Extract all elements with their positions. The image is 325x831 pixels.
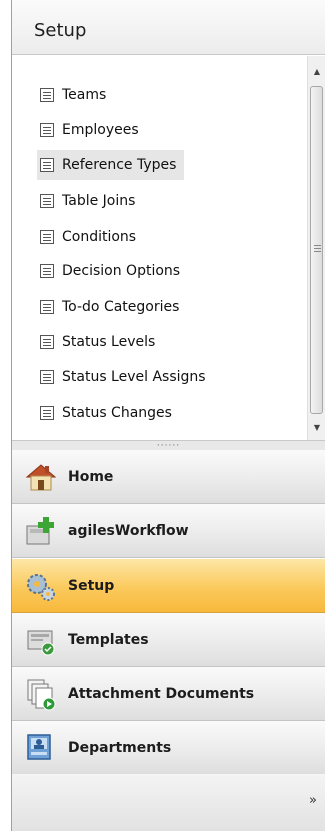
document-icon xyxy=(40,123,54,137)
tree-item-label: Conditions xyxy=(62,229,137,245)
tree-item-teams[interactable]: Teams xyxy=(37,80,114,110)
gears-icon xyxy=(24,569,58,603)
tree-item-conditions[interactable]: Conditions xyxy=(37,222,144,252)
nav-button-label: Templates xyxy=(68,631,149,648)
tree-item-status-changes[interactable]: Status Changes xyxy=(37,398,180,428)
splitter-grip-icon: ······ xyxy=(156,440,181,451)
tree-item-status-levels[interactable]: Status Levels xyxy=(37,327,163,357)
grip-icon xyxy=(314,245,321,252)
chevron-double-right-icon[interactable]: » xyxy=(305,790,321,812)
tree-item-label: Teams xyxy=(62,87,107,103)
nav-button-label: Setup xyxy=(68,577,115,594)
overflow-bar: » xyxy=(12,774,325,831)
tree-item-label: Decision Options xyxy=(62,263,181,279)
document-icon xyxy=(40,194,54,208)
pane-header: Setup xyxy=(12,0,325,55)
pane-title: Setup xyxy=(34,20,87,41)
tree-scrollbar[interactable]: ▲ ▼ xyxy=(307,56,325,440)
tree-item-label: Status Level Assigns xyxy=(62,369,206,385)
tree-item-table-joins[interactable]: Table Joins xyxy=(37,186,143,216)
tree-item-employees[interactable]: Employees xyxy=(37,115,147,145)
nav-button-home[interactable]: Home xyxy=(12,450,325,504)
workflow-add-icon xyxy=(24,514,58,548)
scroll-thumb[interactable] xyxy=(310,86,323,414)
tree-item-label: Reference Types xyxy=(62,157,177,173)
templates-icon xyxy=(24,623,58,657)
document-icon xyxy=(40,230,54,244)
scroll-down-arrow-icon[interactable]: ▼ xyxy=(308,418,325,436)
departments-icon xyxy=(24,731,58,765)
nav-button-templates[interactable]: Templates xyxy=(12,613,325,667)
document-icon xyxy=(40,264,54,278)
setup-tree: Teams Employees Reference Types Table Jo… xyxy=(12,56,307,440)
tree-item-label: Status Levels xyxy=(62,334,156,350)
nav-button-label: Home xyxy=(68,468,114,485)
tree-item-reference-types[interactable]: Reference Types xyxy=(37,150,185,180)
tree-item-status-level-assigns[interactable]: Status Level Assigns xyxy=(37,362,214,392)
nav-button-label: Departments xyxy=(68,739,172,756)
scroll-up-arrow-icon[interactable]: ▲ xyxy=(308,62,325,80)
document-icon xyxy=(40,158,54,172)
nav-button-label: Attachment Documents xyxy=(68,685,255,702)
tree-item-label: Status Changes xyxy=(62,405,172,421)
nav-button-attachment-documents[interactable]: Attachment Documents xyxy=(12,667,325,721)
document-icon xyxy=(40,335,54,349)
document-icon xyxy=(40,406,54,420)
nav-button-agilesworkflow[interactable]: agilesWorkflow xyxy=(12,504,325,558)
pane-splitter[interactable]: ······ xyxy=(12,440,325,450)
document-icon xyxy=(40,370,54,384)
nav-button-setup[interactable]: Setup xyxy=(12,559,325,613)
nav-button-label: agilesWorkflow xyxy=(68,522,189,539)
attachment-documents-icon xyxy=(24,677,58,711)
tree-item-label: To-do Categories xyxy=(62,299,180,315)
document-icon xyxy=(40,88,54,102)
navigation-pane: Setup Teams Employees Reference Types Ta… xyxy=(0,0,325,831)
tree-item-label: Employees xyxy=(62,122,139,138)
tree-item-label: Table Joins xyxy=(62,193,136,209)
tree-item-todo-categories[interactable]: To-do Categories xyxy=(37,292,187,322)
nav-button-departments[interactable]: Departments xyxy=(12,721,325,775)
document-icon xyxy=(40,300,54,314)
tree-item-decision-options[interactable]: Decision Options xyxy=(37,256,188,286)
home-icon xyxy=(24,460,58,494)
